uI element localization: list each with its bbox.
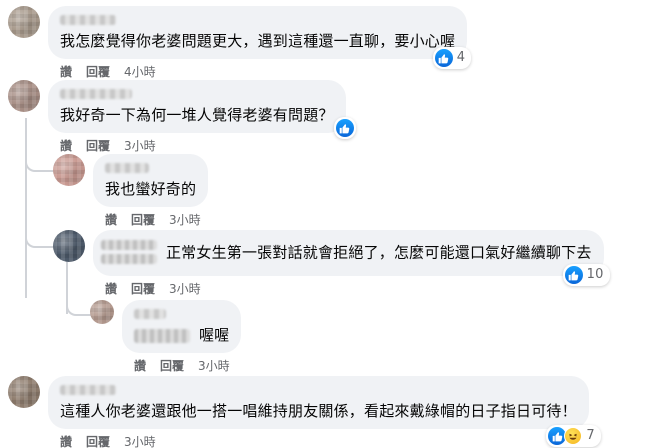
comment-bubble: 喔喔 [122, 300, 242, 353]
reaction-count: 10 [586, 267, 604, 282]
comment-body: 喔喔 讚 回覆 3小時 [122, 300, 242, 374]
like-link[interactable]: 讚 [60, 433, 72, 448]
avatar-mosaic [53, 230, 85, 262]
timestamp[interactable]: 3小時 [198, 357, 230, 374]
comment-actions: 讚 回覆 3小時 [60, 433, 589, 448]
comment-body: 這種人你老婆還跟他一搭一唱維持朋友關係，看起來戴綠帽的日子指日可待！ 7 讚 回… [48, 376, 601, 448]
comment-actions: 讚 回覆 3小時 [60, 137, 346, 154]
comment-text: 我也蠻好奇的 [105, 180, 197, 198]
comment-5-reply: 喔喔 讚 回覆 3小時 [90, 300, 242, 374]
comment-actions: 讚 回覆 3小時 [134, 357, 241, 374]
like-link[interactable]: 讚 [134, 357, 146, 374]
author-name-blurred[interactable] [60, 89, 132, 99]
like-icon [434, 49, 453, 67]
comment-text: 這種人你老婆還跟他一搭一唱維持朋友關係，看起來戴綠帽的日子指日可待！ [60, 402, 577, 420]
timestamp[interactable]: 3小時 [124, 137, 156, 154]
comment-4-reply: 正常女生第一張對話就會拒絕了，怎麼可能還口氣好繼續聊下去 10 讚 回覆 3小時 [53, 230, 610, 297]
reply-link[interactable]: 回覆 [160, 357, 184, 374]
author-name-blurred[interactable] [60, 15, 116, 25]
avatar[interactable] [90, 300, 114, 324]
comment-bubble: 我怎麼覺得你老婆問題更大，遇到這種還一直聊，要小心喔 4 [48, 6, 472, 69]
comment-bubble: 這種人你老婆還跟他一搭一唱維持朋友關係，看起來戴綠帽的日子指日可待！ 7 [48, 376, 601, 447]
timestamp[interactable]: 3小時 [169, 280, 201, 297]
avatar-mosaic [90, 300, 114, 324]
mention-blur-bottom [101, 254, 157, 264]
reaction-summary[interactable]: 4 [432, 47, 472, 69]
comment-1: 我怎麼覺得你老婆問題更大，遇到這種還一直聊，要小心喔 4 讚 回覆 4小時 [8, 6, 472, 80]
reaction-summary[interactable]: 10 [562, 264, 610, 286]
comment-body: 我好奇一下為何一堆人覺得老婆有問題？ 讚 回覆 3小時 [48, 80, 356, 154]
avatar[interactable] [8, 80, 40, 112]
comment-bubble: 我也蠻好奇的 [93, 154, 209, 207]
like-link[interactable]: 讚 [60, 63, 72, 80]
comment-6: 這種人你老婆還跟他一搭一唱維持朋友關係，看起來戴綠帽的日子指日可待！ 7 讚 回… [8, 376, 601, 448]
comment-text: 正常女生第一張對話就會拒絕了，怎麼可能還口氣好繼續聊下去 [165, 243, 592, 262]
comment-actions: 讚 回覆 3小時 [105, 211, 208, 228]
reply-link[interactable]: 回覆 [131, 211, 155, 228]
comment-text: 我怎麼覺得你老婆問題更大，遇到這種還一直聊，要小心喔 [60, 32, 456, 50]
comment-2: 我好奇一下為何一堆人覺得老婆有問題？ 讚 回覆 3小時 [8, 80, 356, 154]
reaction-summary[interactable] [333, 117, 356, 139]
reaction-count: 4 [456, 50, 466, 65]
avatar-mosaic [8, 6, 40, 38]
haha-icon [564, 427, 583, 445]
author-name-blurred[interactable] [105, 163, 149, 173]
timestamp[interactable]: 3小時 [124, 433, 156, 448]
comment-text: 喔喔 [198, 326, 230, 344]
avatar[interactable] [8, 6, 40, 38]
like-icon [335, 119, 354, 137]
avatar[interactable] [53, 154, 85, 186]
comment-actions: 讚 回覆 3小時 [105, 280, 604, 297]
author-name-blurred[interactable] [134, 309, 166, 319]
avatar-mosaic [8, 376, 40, 408]
reply-link[interactable]: 回覆 [86, 137, 110, 154]
comment-body: 我怎麼覺得你老婆問題更大，遇到這種還一直聊，要小心喔 4 讚 回覆 4小時 [48, 6, 472, 80]
comment-text: 我好奇一下為何一堆人覺得老婆有問題？ [60, 106, 334, 124]
like-link[interactable]: 讚 [105, 211, 117, 228]
comment-body: 我也蠻好奇的 讚 回覆 3小時 [93, 154, 209, 228]
like-icon [564, 266, 583, 284]
avatar-mosaic [53, 154, 85, 186]
comment-actions: 讚 回覆 4小時 [60, 63, 467, 80]
comment-3-reply: 我也蠻好奇的 讚 回覆 3小時 [53, 154, 209, 228]
author-name-blurred[interactable] [60, 385, 116, 395]
comment-bubble: 正常女生第一張對話就會拒絕了，怎麼可能還口氣好繼續聊下去 10 [93, 230, 610, 286]
reply-link[interactable]: 回覆 [86, 63, 110, 80]
like-link[interactable]: 讚 [60, 137, 72, 154]
comment-body: 正常女生第一張對話就會拒絕了，怎麼可能還口氣好繼續聊下去 10 讚 回覆 3小時 [93, 230, 610, 297]
timestamp[interactable]: 4小時 [124, 63, 156, 80]
like-link[interactable]: 讚 [105, 280, 117, 297]
avatar-mosaic [8, 80, 40, 112]
mention-blur-top [101, 240, 157, 250]
reaction-count: 7 [586, 428, 595, 443]
comment-bubble: 我好奇一下為何一堆人覺得老婆有問題？ [48, 80, 356, 139]
reaction-summary[interactable]: 7 [546, 425, 601, 447]
reply-link[interactable]: 回覆 [131, 280, 155, 297]
comment-thread: 我怎麼覺得你老婆問題更大，遇到這種還一直聊，要小心喔 4 讚 回覆 4小時 我好… [0, 0, 658, 448]
avatar[interactable] [8, 376, 40, 408]
mention-blurred[interactable] [134, 328, 190, 343]
mention-blurred[interactable] [101, 236, 157, 270]
avatar[interactable] [53, 230, 85, 262]
reply-link[interactable]: 回覆 [86, 433, 110, 448]
timestamp[interactable]: 3小時 [169, 211, 201, 228]
